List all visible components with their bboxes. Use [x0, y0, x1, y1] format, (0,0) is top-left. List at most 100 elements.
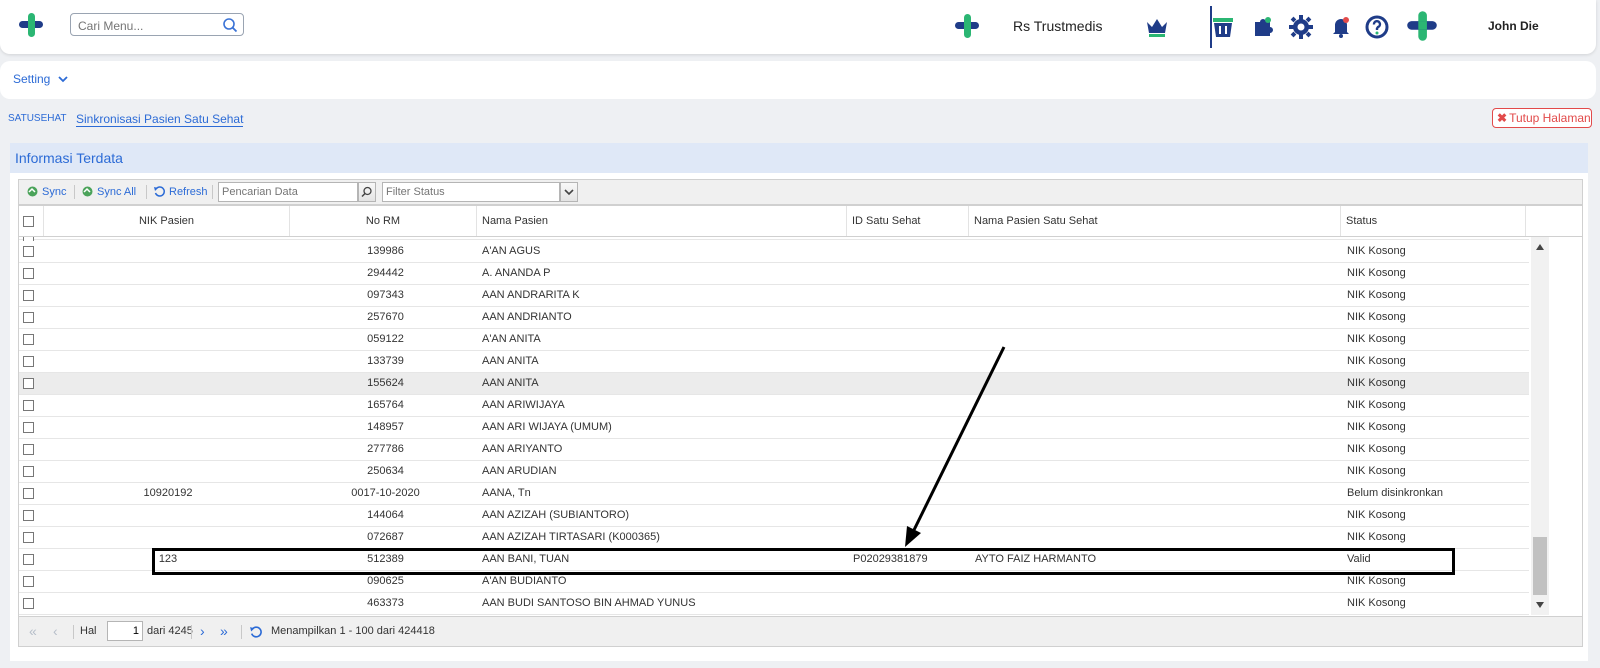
row-checkbox[interactable]: [23, 532, 34, 543]
toolbar-separator: [212, 185, 213, 199]
cell-status: NIK Kosong: [1347, 377, 1406, 389]
table-row[interactable]: 155624 AAN ANITA NIK Kosong: [19, 373, 1529, 395]
cell-status: NIK Kosong: [1347, 289, 1406, 301]
grid-scrollbar[interactable]: [1531, 237, 1549, 615]
cell-name: AAN ARI WIJAYA (UMUM): [482, 421, 612, 433]
cell-nik: [44, 527, 292, 548]
row-checkbox[interactable]: [23, 598, 34, 609]
setting-menu[interactable]: Setting: [13, 72, 68, 86]
refresh-icon[interactable]: [249, 625, 263, 639]
help-icon[interactable]: [1364, 14, 1390, 40]
table-row[interactable]: 463373 AAN BUDI SANTOSO BIN AHMAD YUNUS NI…: [19, 593, 1529, 615]
row-checkbox[interactable]: [23, 246, 34, 257]
row-checkbox[interactable]: [23, 510, 34, 521]
table-row[interactable]: 097343 AAN ANDRARITA K NIK Kosong: [19, 285, 1529, 307]
cell-rm: 250634: [367, 465, 404, 477]
prev-page-button[interactable]: ‹: [53, 623, 58, 639]
basket-icon[interactable]: [1210, 14, 1236, 40]
breadcrumb-root[interactable]: SATUSEHAT: [8, 113, 67, 124]
column-header-name-satusehat[interactable]: Nama Pasien Satu Sehat: [969, 206, 1341, 236]
column-header-nik[interactable]: NIK Pasien: [44, 206, 290, 236]
sync-button[interactable]: Sync: [26, 185, 66, 198]
sync-all-icon: [82, 186, 93, 197]
breadcrumb-current[interactable]: Sinkronisasi Pasien Satu Sehat: [76, 112, 244, 127]
select-all-checkbox[interactable]: [23, 216, 34, 227]
cell-rm: 294442: [367, 267, 404, 279]
scroll-up-icon[interactable]: [1535, 243, 1545, 251]
cell-name: AAN ARUDIAN: [482, 465, 557, 477]
user-name[interactable]: John Die: [1488, 19, 1539, 33]
row-checkbox[interactable]: [23, 268, 34, 279]
cell-status: NIK Kosong: [1347, 333, 1406, 345]
data-search-button[interactable]: [358, 182, 376, 202]
table-row[interactable]: 250634 AAN ARUDIAN NIK Kosong: [19, 461, 1529, 483]
refresh-icon: [154, 186, 165, 197]
table-row[interactable]: 144064 AAN AZIZAH (SUBIANTORO) NIK Kosong: [19, 505, 1529, 527]
scroll-down-icon[interactable]: [1535, 601, 1545, 609]
puzzle-icon[interactable]: [1250, 14, 1276, 40]
refresh-button[interactable]: Refresh: [153, 185, 208, 198]
cell-nik: [44, 285, 292, 306]
table-row[interactable]: 148957 AAN ARI WIJAYA (UMUM) NIK Kosong: [19, 417, 1529, 439]
magnifier-icon: [361, 186, 372, 198]
table-row[interactable]: 165764 AAN ARIWIJAYA NIK Kosong: [19, 395, 1529, 417]
chevron-down-icon[interactable]: [58, 75, 68, 83]
panel-title: Informasi Terdata: [10, 143, 1588, 173]
column-header-name[interactable]: Nama Pasien: [477, 206, 847, 236]
cell-status: NIK Kosong: [1347, 443, 1406, 455]
row-checkbox[interactable]: [23, 422, 34, 433]
row-checkbox[interactable]: [23, 312, 34, 323]
table-row[interactable]: 059122 A'AN ANITA NIK Kosong: [19, 329, 1529, 351]
row-checkbox[interactable]: [23, 290, 34, 301]
setting-menu-label[interactable]: Setting: [13, 72, 50, 86]
last-page-button[interactable]: »: [220, 623, 228, 639]
brand-icon[interactable]: [1406, 10, 1438, 42]
row-checkbox[interactable]: [23, 444, 34, 455]
table-row[interactable]: 10920192 0017-10-2020 AANA, Tn Belum disink…: [19, 483, 1529, 505]
table-row[interactable]: 139986 A'AN AGUS NIK Kosong: [19, 241, 1529, 263]
search-icon[interactable]: [222, 17, 238, 33]
logo-icon[interactable]: [18, 12, 44, 38]
cell-rm: 463373: [367, 597, 404, 609]
page-number-input[interactable]: [107, 621, 143, 641]
row-checkbox[interactable]: [23, 466, 34, 477]
row-checkbox[interactable]: [23, 378, 34, 389]
row-checkbox[interactable]: [23, 576, 34, 587]
first-page-button[interactable]: «: [29, 623, 37, 639]
cell-name: AAN ANDRIANTO: [482, 311, 572, 323]
row-checkbox[interactable]: [23, 488, 34, 499]
menu-search[interactable]: [70, 13, 244, 36]
filter-status-dropdown-button[interactable]: [560, 182, 578, 202]
annotation-highlight-box: [152, 548, 1455, 575]
cell-status: NIK Kosong: [1347, 311, 1406, 323]
table-row[interactable]: 257670 AAN ANDRIANTO NIK Kosong: [19, 307, 1529, 329]
table-row[interactable]: 277786 AAN ARIYANTO NIK Kosong: [19, 439, 1529, 461]
cell-nik: [44, 241, 292, 262]
refresh-label: Refresh: [169, 185, 208, 198]
scrollbar-thumb[interactable]: [1533, 537, 1547, 595]
row-checkbox[interactable]: [23, 356, 34, 367]
cell-rm: 0017-10-2020: [351, 487, 420, 499]
row-checkbox[interactable]: [23, 400, 34, 411]
filter-status-select[interactable]: [382, 182, 560, 202]
cell-name: AAN ANITA: [482, 355, 539, 367]
close-icon: ✖: [1497, 111, 1508, 125]
cell-rm: 155624: [367, 377, 404, 389]
column-header-status[interactable]: Status: [1341, 206, 1526, 236]
table-row[interactable]: 133739 AAN ANITA NIK Kosong: [19, 351, 1529, 373]
next-page-button[interactable]: ›: [200, 623, 205, 639]
row-checkbox[interactable]: [23, 334, 34, 345]
table-row[interactable]: 294442 A. ANANDA P NIK Kosong: [19, 263, 1529, 285]
data-search-input[interactable]: [218, 182, 358, 202]
cell-status: NIK Kosong: [1347, 267, 1406, 279]
bell-icon[interactable]: [1328, 14, 1354, 40]
row-checkbox[interactable]: [23, 554, 34, 565]
sync-all-button[interactable]: Sync All: [81, 185, 136, 198]
table-row[interactable]: 072687 AAN AZIZAH TIRTASARI (K000365) NIK …: [19, 527, 1529, 549]
close-page-button[interactable]: ✖ Tutup Halaman: [1492, 108, 1592, 128]
gear-icon[interactable]: [1288, 14, 1314, 40]
menu-search-input[interactable]: [76, 15, 220, 36]
column-header-id-satusehat[interactable]: ID Satu Sehat: [847, 206, 969, 236]
crown-icon[interactable]: [1144, 14, 1170, 40]
column-header-rm[interactable]: No RM: [290, 206, 477, 236]
